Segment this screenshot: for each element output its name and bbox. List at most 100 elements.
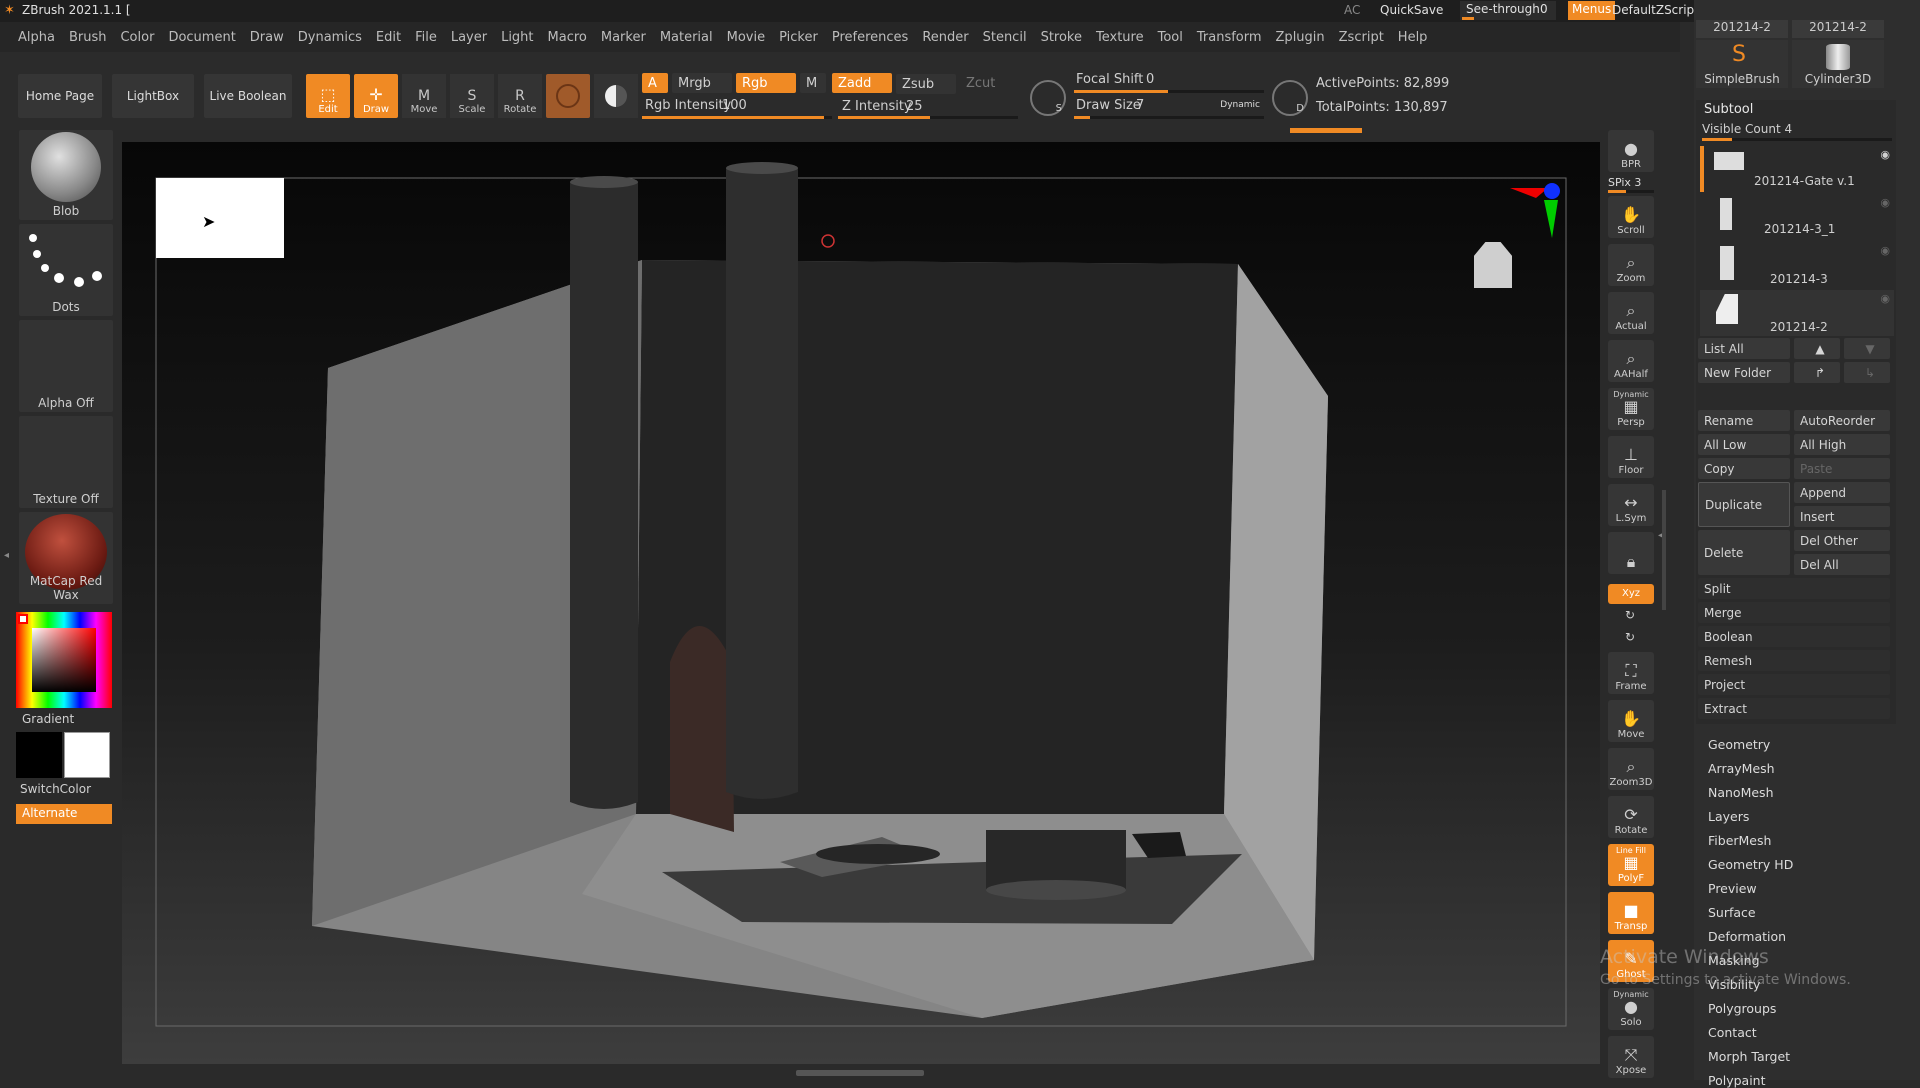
draw-size-slider[interactable]: Draw Size 7 Dynamic [1074, 96, 1264, 120]
split-section[interactable]: Split [1698, 578, 1890, 599]
menu-document[interactable]: Document [168, 30, 235, 45]
zcut-toggle[interactable]: Zcut [960, 73, 1020, 93]
boolean-section[interactable]: Boolean [1698, 626, 1890, 647]
quicksave-button[interactable]: QuickSave [1380, 3, 1443, 17]
z-intensity-slider[interactable]: Z Intensity 25 [838, 98, 1018, 122]
edit-button[interactable]: ⬚ Edit [306, 74, 350, 118]
list-all-button[interactable]: List All [1698, 338, 1790, 359]
aahalf-button[interactable]: ⌕ AAHalf [1608, 340, 1654, 382]
move-down-button[interactable]: ▼ [1844, 338, 1890, 359]
polyf-button[interactable]: Line Fill ▦ PolyF [1608, 844, 1654, 886]
subtool-visibility-icon[interactable]: ◉ [1880, 244, 1890, 257]
bpr-button[interactable]: ● BPR [1608, 130, 1654, 172]
polypaint-section[interactable]: Polypaint [1708, 1073, 1766, 1088]
delete-button[interactable]: Delete [1698, 530, 1790, 575]
cylinder3d-tool[interactable]: Cylinder3D [1792, 40, 1884, 88]
folder-out-button[interactable]: ↳ [1844, 362, 1890, 383]
focal-shift-slider[interactable]: Focal Shift 0 [1074, 72, 1264, 96]
remesh-section[interactable]: Remesh [1698, 650, 1890, 671]
floor-button[interactable]: ⊥ Floor [1608, 436, 1654, 478]
brush-mode-button[interactable] [594, 74, 638, 118]
live-boolean-button[interactable]: Live Boolean [204, 74, 292, 118]
rename-button[interactable]: Rename [1698, 410, 1790, 431]
orientation-cube-icon[interactable] [1464, 224, 1520, 290]
menu-light[interactable]: Light [501, 30, 533, 45]
del-all-button[interactable]: Del All [1794, 554, 1890, 575]
autoreorder-button[interactable]: AutoReorder [1794, 410, 1890, 431]
spix-slider[interactable]: SPix 3 [1608, 176, 1654, 193]
spotlight-d-button[interactable]: D [1272, 80, 1308, 116]
duplicate-button[interactable]: Duplicate [1698, 482, 1790, 527]
extract-section[interactable]: Extract [1698, 698, 1890, 719]
material-thumbnail[interactable]: MatCap Red Wax [19, 512, 113, 604]
menu-texture[interactable]: Texture [1096, 30, 1144, 45]
secondary-color-swatch[interactable] [16, 732, 62, 778]
polygroups-section[interactable]: Polygroups [1708, 1001, 1776, 1016]
zadd-toggle[interactable]: Zadd [832, 73, 892, 93]
draw-button[interactable]: ✛ Draw [354, 74, 398, 118]
brush-thumbnail[interactable]: Blob [19, 130, 113, 220]
layers-section[interactable]: Layers [1708, 809, 1749, 824]
project-section[interactable]: Project [1698, 674, 1890, 695]
home-page-button[interactable]: Home Page [18, 74, 102, 118]
alternate-button[interactable]: Alternate [16, 804, 112, 824]
tool-slot-a[interactable]: 201214-2 [1696, 20, 1788, 38]
folder-in-button[interactable]: ↱ [1794, 362, 1840, 383]
seethrough-slider[interactable]: See-through 0 [1460, 1, 1556, 20]
zoom3d-button[interactable]: ⌕ Zoom3D [1608, 748, 1654, 790]
del-other-button[interactable]: Del Other [1794, 530, 1890, 551]
menu-marker[interactable]: Marker [601, 30, 646, 45]
arraymesh-section[interactable]: ArrayMesh [1708, 761, 1775, 776]
move-button[interactable]: M Move [402, 74, 446, 118]
menu-picker[interactable]: Picker [779, 30, 818, 45]
viewport-scroll-handle[interactable] [796, 1070, 924, 1076]
subtool-visibility-icon[interactable]: ◉ [1880, 292, 1890, 305]
scale-button[interactable]: S Scale [450, 74, 494, 118]
navigation-thumbnail[interactable]: ➤ [156, 178, 284, 258]
color-picker[interactable] [16, 612, 112, 708]
transp-button[interactable]: ■ Transp [1608, 892, 1654, 934]
ac-label[interactable]: AC [1344, 3, 1360, 17]
lsym-button[interactable]: ↔ L.Sym [1608, 484, 1654, 526]
copy-button[interactable]: Copy [1698, 458, 1790, 479]
xyz-button[interactable]: Xyz [1608, 584, 1654, 604]
scroll-button[interactable]: ✋ Scroll [1608, 196, 1654, 238]
menu-brush[interactable]: Brush [69, 30, 107, 45]
fibermesh-section[interactable]: FiberMesh [1708, 833, 1771, 848]
menu-render[interactable]: Render [922, 30, 968, 45]
rgb-toggle[interactable]: Rgb [736, 73, 796, 93]
lock-button[interactable]: 🔒︎ [1608, 532, 1654, 574]
switchcolor-button[interactable]: SwitchColor [20, 782, 91, 796]
subtool-visibility-icon[interactable]: ◉ [1880, 196, 1890, 209]
menu-stencil[interactable]: Stencil [983, 30, 1027, 45]
menu-file[interactable]: File [415, 30, 437, 45]
canvas-viewport[interactable]: ➤ [122, 142, 1600, 1064]
zsub-toggle[interactable]: Zsub [896, 74, 956, 94]
menu-edit[interactable]: Edit [376, 30, 401, 45]
left-shelf-collapse-icon[interactable]: ◂ [4, 550, 12, 590]
rotate-z-icon[interactable]: ↻ [1625, 630, 1635, 644]
menus-button[interactable]: Menus [1568, 1, 1616, 20]
menu-zscript[interactable]: Zscript [1339, 30, 1384, 45]
geometry-section[interactable]: Geometry [1708, 737, 1770, 752]
subtool-row[interactable]: ◉ 201214-3_1 [1700, 194, 1894, 240]
paste-button[interactable]: Paste [1794, 458, 1890, 479]
menu-zplugin[interactable]: Zplugin [1276, 30, 1325, 45]
all-low-button[interactable]: All Low [1698, 434, 1790, 455]
rgb-intensity-slider[interactable]: Rgb Intensity 100 [642, 96, 832, 120]
mrgb-toggle[interactable]: Mrgb [672, 73, 732, 93]
a-toggle[interactable]: A [642, 73, 668, 93]
color-picker-square[interactable] [32, 628, 96, 692]
actual-button[interactable]: ⌕ Actual [1608, 292, 1654, 334]
default-zscript-button[interactable]: DefaultZScript [1612, 3, 1699, 17]
stroke-thumbnail[interactable]: Dots [19, 224, 113, 316]
morph-target-section[interactable]: Morph Target [1708, 1049, 1790, 1064]
menu-preferences[interactable]: Preferences [832, 30, 908, 45]
preview-section[interactable]: Preview [1708, 881, 1757, 896]
subtool-row[interactable]: ◉ 201214-Gate v.1 [1700, 146, 1894, 192]
deformation-section[interactable]: Deformation [1708, 929, 1786, 944]
rotate-y-icon[interactable]: ↻ [1625, 608, 1635, 622]
menu-alpha[interactable]: Alpha [18, 30, 55, 45]
texture-thumbnail[interactable]: Texture Off [19, 416, 113, 508]
primary-color-swatch[interactable] [64, 732, 110, 778]
